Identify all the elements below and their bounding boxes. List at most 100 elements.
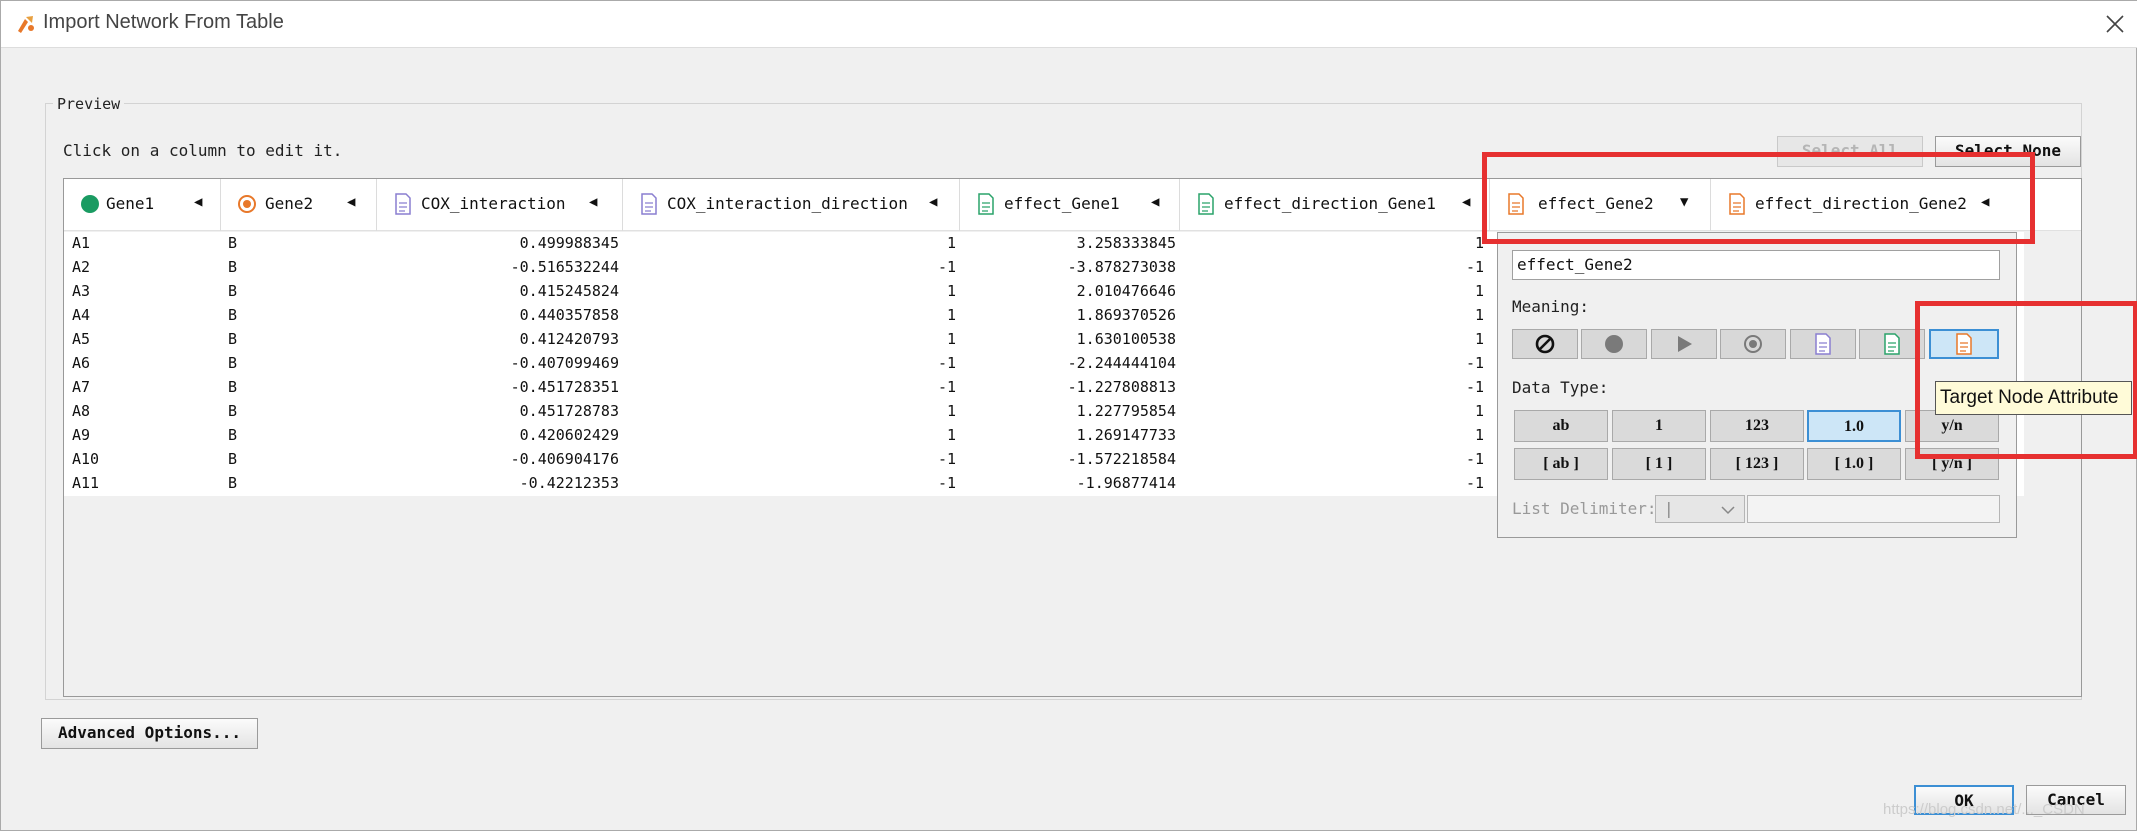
meaning-target-node-button[interactable] [1720, 329, 1786, 359]
highlight-box-meaning-button [1915, 301, 2137, 459]
table-cell: -1.572218584 [1067, 450, 1176, 468]
table-cell: -2.244444104 [1067, 354, 1176, 372]
data-type-integer-button[interactable]: 1 [1612, 410, 1706, 442]
table-cell: 1 [1474, 282, 1484, 300]
edge-attribute-icon [1815, 333, 1831, 355]
advanced-options-button[interactable]: Advanced Options... [41, 718, 258, 749]
table-cell: B [228, 282, 238, 300]
column-name: COX_interaction [421, 194, 566, 213]
list-delimiter-custom-input[interactable] [1747, 495, 2000, 523]
import-dialog: Import Network From Table Preview Click … [0, 0, 2137, 831]
table-cell: -1.96877414 [1076, 474, 1176, 492]
source-node-attribute-icon [978, 193, 994, 215]
table-row: A7 B -0.451728351 -1 -1.227808813 -1 [64, 376, 1484, 400]
table-row: A8 B 0.451728783 1 1.227795854 1 [64, 400, 1484, 424]
table-row: A3 B 0.415245824 1 2.010476646 1 [64, 280, 1484, 304]
column-menu-arrow-icon[interactable]: ◀ [589, 194, 597, 210]
table-cell: A11 [72, 474, 100, 492]
column-header-cox-interaction-direction[interactable]: COX_interaction_direction ◀ [623, 179, 960, 231]
column-header-cox-interaction[interactable]: COX_interaction ◀ [377, 179, 623, 231]
edge-attribute-icon [395, 193, 411, 215]
meaning-source-node-button[interactable] [1581, 329, 1647, 359]
edge-attribute-icon [641, 193, 657, 215]
table-cell: 1 [1474, 330, 1484, 348]
watermark: https://blog.csdn.net/..._CSDN [1883, 801, 2085, 818]
table-cell: A9 [72, 426, 91, 444]
table-row: A6 B -0.407099469 -1 -2.244444104 -1 [64, 352, 1484, 376]
table-cell: 1.869370526 [1076, 306, 1176, 324]
table-cell: -0.451728351 [510, 378, 619, 396]
table-cell: -1 [937, 354, 956, 372]
data-type-floating-list-button[interactable]: [ 1.0 ] [1807, 448, 1901, 480]
table-cell: 1 [946, 234, 956, 252]
table-cell: 2.010476646 [1076, 282, 1176, 300]
column-menu-arrow-icon[interactable]: ◀ [347, 194, 355, 210]
table-row: A9 B 0.420602429 1 1.269147733 1 [64, 424, 1484, 448]
column-header-effect-gene1[interactable]: effect_Gene1 ◀ [960, 179, 1180, 231]
table-row: A1 B 0.499988345 1 3.258333845 1 [64, 232, 1484, 256]
table-cell: B [228, 378, 238, 396]
table-cell: B [228, 426, 238, 444]
table-cell: B [228, 402, 238, 420]
table-cell: B [228, 474, 238, 492]
column-menu-arrow-icon[interactable]: ◀ [929, 194, 937, 210]
table-cell: 1 [1474, 426, 1484, 444]
table-cell: -1 [1465, 354, 1484, 372]
table-cell: -1.227808813 [1067, 378, 1176, 396]
column-name: effect_Gene1 [1004, 194, 1120, 213]
window-title: Import Network From Table [43, 11, 284, 33]
column-header-gene2[interactable]: Gene2 ◀ [221, 179, 377, 231]
table-cell: -1 [937, 258, 956, 276]
column-menu-arrow-icon[interactable]: ◀ [1462, 194, 1470, 210]
table-cell: 0.412420793 [519, 330, 619, 348]
data-type-long-button[interactable]: 123 [1710, 410, 1804, 442]
meaning-not-imported-button[interactable] [1512, 329, 1578, 359]
preview-hint: Click on a column to edit it. [63, 141, 343, 160]
table-cell: B [228, 450, 238, 468]
table-cell: -1 [1465, 378, 1484, 396]
column-name: Gene2 [265, 194, 314, 213]
table-cell: A10 [72, 450, 100, 468]
column-menu-arrow-icon[interactable]: ◀ [1151, 194, 1159, 210]
table-row: A5 B 0.412420793 1 1.630100538 1 [64, 328, 1484, 352]
title-bar: Import Network From Table [1, 1, 2137, 48]
data-type-long-list-button[interactable]: [ 123 ] [1710, 448, 1804, 480]
source-node-attribute-icon [1198, 193, 1214, 215]
data-type-string-list-button[interactable]: [ ab ] [1514, 448, 1608, 480]
table-cell: 0.499988345 [519, 234, 619, 252]
column-header-effect-direction-gene1[interactable]: effect_direction_Gene1 ◀ [1180, 179, 1490, 231]
table-cell: 1 [946, 426, 956, 444]
column-name: COX_interaction_direction [667, 194, 908, 213]
column-header-gene1[interactable]: Gene1 ◀ [64, 179, 221, 231]
column-menu-arrow-icon[interactable]: ◀ [194, 194, 202, 210]
data-type-integer-list-button[interactable]: [ 1 ] [1612, 448, 1706, 480]
column-name-input[interactable]: effect_Gene2 [1512, 250, 2000, 280]
data-type-label: Data Type: [1512, 378, 1609, 397]
table-cell: A6 [72, 354, 91, 372]
list-delimiter-label: List Delimiter: [1512, 499, 1657, 518]
table-cell: -1 [1465, 450, 1484, 468]
meaning-label: Meaning: [1512, 297, 1590, 316]
data-type-string-button[interactable]: ab [1514, 410, 1608, 442]
table-cell: 1.630100538 [1076, 330, 1176, 348]
data-type-floating-button[interactable]: 1.0 [1807, 410, 1901, 442]
list-delimiter-select[interactable]: | [1655, 495, 1745, 523]
not-imported-icon [1535, 334, 1555, 354]
table-cell: 1 [946, 330, 956, 348]
target-node-icon [1744, 335, 1762, 353]
table-row: A11 B -0.42212353 -1 -1.96877414 -1 [64, 472, 1484, 496]
table-cell: -1 [1465, 474, 1484, 492]
meaning-interaction-type-button[interactable] [1651, 329, 1717, 359]
table-cell: 1 [1474, 402, 1484, 420]
table-cell: B [228, 330, 238, 348]
column-name: Gene1 [106, 194, 155, 213]
table-cell: -0.407099469 [510, 354, 619, 372]
chevron-down-icon [1721, 506, 1735, 515]
close-button[interactable] [2098, 7, 2132, 41]
table-cell: -1 [937, 378, 956, 396]
table-cell: 1 [946, 402, 956, 420]
meaning-edge-attribute-button[interactable] [1790, 329, 1856, 359]
target-node-icon [238, 195, 256, 213]
table-cell: 1 [946, 306, 956, 324]
table-cell: A3 [72, 282, 91, 300]
